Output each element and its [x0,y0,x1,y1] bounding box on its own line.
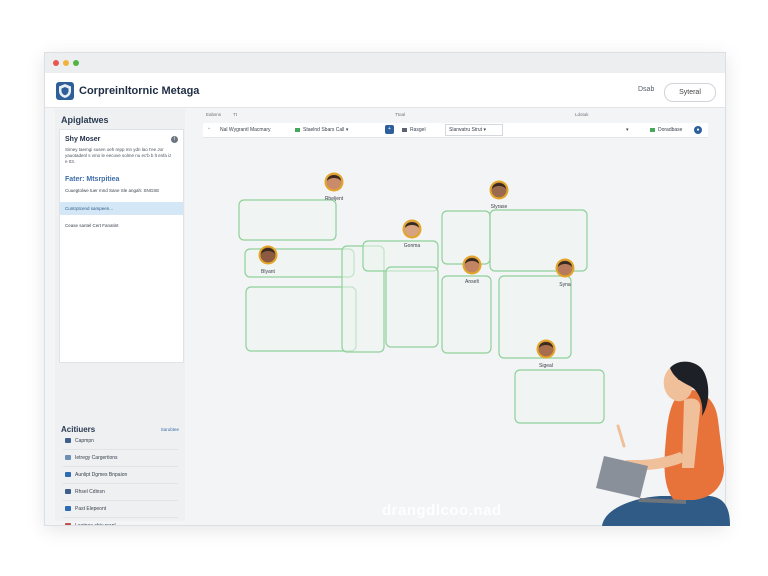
chevron-down-icon: ▾ [483,127,486,133]
legend-swatch-icon [295,127,300,132]
actions-heading: Acitiuers [61,425,96,434]
info-icon[interactable]: i [171,136,178,143]
chart-icon [65,472,71,478]
app-title: Corpreinltornic Metaga [79,85,200,97]
header-link[interactable]: Dsab [638,86,654,93]
watermark: drangdlcoo.nad [382,502,502,519]
column-header: Eabsns [206,112,222,117]
database-icon [650,127,655,132]
chevron-down-icon[interactable]: ▾ [626,127,629,133]
details-card: Shy Moser i Simey taemgi susen oeh repp … [59,129,184,363]
view-title[interactable]: Nal Wygrantl Macmary [220,127,271,133]
user-icon[interactable]: ● [694,126,702,134]
toolbar: ← Nal Wygrantl Macmary Staelnd Sbars Cal… [203,123,708,138]
user-filter[interactable]: Rasgel [402,127,426,133]
card-subheading: Fater: Mtsrpitiea [65,176,120,183]
card-heading: Shy Moser [65,136,101,143]
actions-see-all-link[interactable]: Sarubtee [161,427,179,432]
person-illustration [596,361,730,526]
action-item-label: Rhsel Cdinsn [75,489,105,495]
action-item-label: Ietregy Cargertions [75,455,118,461]
chevron-down-icon: ▾ [345,127,349,133]
node-box[interactable] [498,275,572,359]
person-node[interactable]: Rheljent [324,172,344,203]
header-action-button[interactable]: Syteral [664,83,716,102]
divider [63,500,178,501]
action-item-label: Aunlipt Dgmes Bnpaion [75,472,128,478]
series-select-label: Staelnd Sbars Call [303,127,345,133]
node-label: Blyant [261,269,276,275]
plus-icon[interactable]: + [385,125,394,134]
action-item-label: Capmpn [75,438,94,444]
node-label: Slyrase [491,204,508,210]
person-node[interactable]: Sigeal [536,339,556,370]
node-box[interactable] [441,275,492,354]
back-icon[interactable]: ← [207,125,212,131]
node-box[interactable] [385,266,439,348]
node-label: Gonma [404,243,421,249]
card-description: Simey taemgi susen oeh repp mn ydn lao t… [65,147,172,164]
person-node[interactable]: Anselt [462,255,482,286]
action-item[interactable]: Leetnee shiy rsanl [65,523,116,526]
node-box[interactable] [489,209,588,272]
node-box[interactable] [441,210,491,265]
user-filter-label: Rasgel [410,127,426,133]
table-icon [65,455,71,461]
database-selector[interactable]: Doradbase [650,127,682,133]
shield-icon [56,82,74,100]
flag-icon [65,523,71,525]
maximize-window-button[interactable] [73,60,79,66]
person-node[interactable]: Syna [555,258,575,289]
action-item-label: Leetnee shiy rsanl [75,523,116,526]
structure-dropdown-label: Slarwatru Strut [449,127,483,133]
card-list-item[interactable]: Cease santel Cert Fanatint [65,223,119,228]
node-label: Sigeal [539,363,553,369]
divider [63,483,178,484]
node-box[interactable] [238,199,337,241]
globe-icon [65,438,71,444]
action-item[interactable]: Ietregy Cargertions [65,455,118,461]
action-item[interactable]: Past Elepeont [65,506,106,512]
minimize-window-button[interactable] [63,60,69,66]
person-node[interactable]: Gonma [402,219,422,250]
person-node[interactable]: Blyant [258,245,278,276]
user-icon [402,127,407,132]
column-header: Ttoal [395,112,406,117]
divider [63,517,178,518]
sidebar-title: Apiglatwes [61,115,109,125]
column-header: Ldotuk [575,112,589,117]
card-list-item[interactable]: Cuuegtolwe tuer mnd Sane Sle angah: SNGS… [65,188,159,193]
structure-dropdown[interactable]: Slarwatru Strut ▾ [445,124,503,136]
action-item-label: Past Elepeont [75,506,107,512]
node-label: Rheljent [325,196,344,202]
action-item[interactable]: Aunlipt Dgmes Bnpaion [65,472,127,478]
close-window-button[interactable] [53,60,59,66]
node-label: Syna [559,282,571,288]
divider [63,449,178,450]
window-chrome [45,53,725,74]
series-select[interactable]: Staelnd Sbars Call ▾ [295,127,348,133]
person-node[interactable]: Slyrase [489,180,509,211]
action-item[interactable]: Capmpn [65,438,94,444]
sidebar: Apiglatwes Shy Moser i Simey taemgi suse… [55,109,185,525]
divider [63,466,178,467]
column-header: Tt [233,112,237,117]
node-box[interactable] [245,286,357,352]
card-list-item-selected[interactable]: Cuntrptcend sampeen... [60,202,183,215]
server-icon [65,506,71,512]
node-label: Anselt [465,279,480,285]
app-header: Corpreinltornic Metaga Dsab Syteral [45,73,725,108]
action-item[interactable]: Rhsel Cdinsn [65,489,105,495]
database-label: Doradbase [658,127,683,133]
grid-icon [65,489,71,495]
